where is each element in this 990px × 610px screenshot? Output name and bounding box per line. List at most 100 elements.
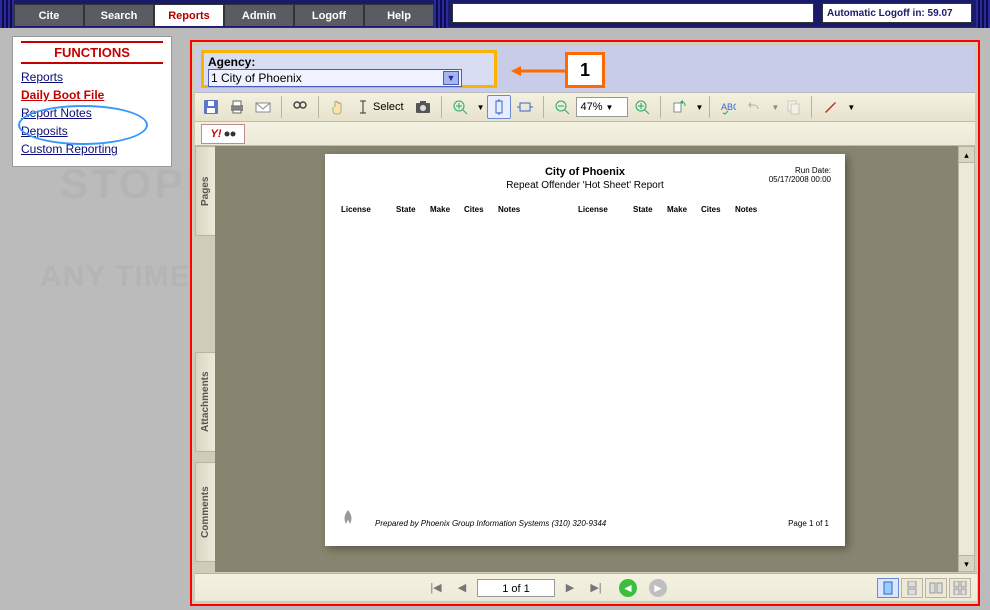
report-title: City of Phoenix: [341, 166, 829, 178]
chevron-down-icon: ▼: [606, 103, 614, 112]
func-link-custom-reporting[interactable]: Custom Reporting: [21, 140, 163, 158]
auto-logoff-label: Automatic Logoff in:: [827, 8, 925, 19]
chevron-down-icon[interactable]: ▼: [847, 103, 855, 112]
scroll-down-button[interactable]: ▾: [959, 555, 974, 571]
chevron-down-icon: ▼: [443, 71, 459, 85]
select-tool-button[interactable]: Select: [351, 95, 409, 119]
agency-dropdown-value: 1 City of Phoenix: [211, 71, 302, 85]
page-number-field[interactable]: 1 of 1: [477, 579, 555, 597]
save-button[interactable]: [199, 95, 223, 119]
func-link-deposits[interactable]: Deposits: [21, 122, 163, 140]
yahoo-label: Y!: [211, 128, 222, 140]
callout-one: 1: [565, 52, 605, 88]
nav-tab-cite[interactable]: Cite: [14, 4, 84, 26]
text-cursor-icon: [356, 99, 370, 115]
zoom-actual-button[interactable]: [630, 95, 654, 119]
yahoo-toolbar-button[interactable]: Y!: [201, 124, 245, 144]
select-tool-label: Select: [373, 101, 404, 113]
report-columns-left: License State Make Cites Notes License S…: [341, 205, 829, 214]
func-link-report-notes[interactable]: Report Notes: [21, 104, 163, 122]
col-cites: Cites: [701, 205, 735, 214]
report-viewer: Agency: 1 City of Phoenix ▼ 1 Select: [190, 40, 980, 606]
zoom-in-button[interactable]: [448, 95, 472, 119]
fit-page-button[interactable]: [487, 95, 511, 119]
report-subtitle: Repeat Offender 'Hot Sheet' Report: [341, 180, 829, 191]
pdf-toolbar: Select ▼ 47% ▼ ▼ ABC ▼ ▼: [195, 92, 975, 122]
prev-page-button[interactable]: ◀: [451, 578, 473, 598]
sidetab-pages[interactable]: Pages: [195, 146, 215, 236]
undo-button[interactable]: [742, 95, 766, 119]
snapshot-button[interactable]: [411, 95, 435, 119]
zoom-level-field[interactable]: 47% ▼: [576, 97, 628, 117]
single-page-view-button[interactable]: [877, 578, 899, 598]
run-date-label: Run Date:: [769, 166, 831, 175]
toolbar-separator: [811, 96, 812, 118]
auto-logoff-display: Automatic Logoff in: 59.07: [822, 3, 972, 23]
top-navbar: Cite Search Reports Admin Logoff Help Au…: [0, 0, 990, 28]
print-button[interactable]: [225, 95, 249, 119]
sidetab-attachments[interactable]: Attachments: [195, 352, 215, 452]
binoculars-icon: [224, 129, 236, 139]
fit-width-button[interactable]: [513, 95, 537, 119]
chevron-down-icon[interactable]: ▼: [696, 103, 704, 112]
nav-tabs: Cite Search Reports Admin Logoff Help: [14, 0, 434, 27]
auto-logoff-time: 59.07: [928, 8, 953, 19]
toolbar-separator: [441, 96, 442, 118]
report-canvas[interactable]: Run Date: 05/17/2008 00:00 City of Phoen…: [215, 146, 959, 572]
nav-tab-search[interactable]: Search: [84, 4, 154, 26]
agency-label: Agency:: [208, 55, 490, 69]
col-make: Make: [430, 205, 464, 214]
page-navigator: |◀ ◀ 1 of 1 ▶ ▶| ◄ ►: [425, 578, 667, 598]
col-notes: Notes: [498, 205, 558, 214]
continuous-facing-view-button[interactable]: [949, 578, 971, 598]
phoenix-logo-icon: [339, 508, 357, 532]
facing-view-button[interactable]: [925, 578, 947, 598]
col-state: State: [633, 205, 667, 214]
continuous-view-button[interactable]: [901, 578, 923, 598]
nav-tab-logoff[interactable]: Logoff: [294, 4, 364, 26]
nav-tab-help[interactable]: Help: [364, 4, 434, 26]
callout-arrow: [511, 66, 565, 76]
func-link-reports[interactable]: Reports: [21, 68, 163, 86]
vertical-scrollbar[interactable]: ▴ ▾: [958, 146, 975, 572]
nav-tab-admin[interactable]: Admin: [224, 4, 294, 26]
next-page-button[interactable]: ▶: [559, 578, 581, 598]
zoom-level-value: 47%: [581, 101, 603, 113]
run-date-block: Run Date: 05/17/2008 00:00: [769, 166, 831, 184]
nav-tab-reports[interactable]: Reports: [154, 4, 224, 26]
nav-back-button[interactable]: ◄: [619, 579, 637, 597]
footer-prepared-by: Prepared by Phoenix Group Information Sy…: [375, 519, 606, 528]
sub-toolbar: Y!: [195, 122, 975, 146]
footer-page-number: Page 1 of 1: [788, 519, 829, 528]
report-footer: Prepared by Phoenix Group Information Sy…: [375, 519, 829, 528]
zoom-out-button[interactable]: [550, 95, 574, 119]
chevron-down-icon[interactable]: ▼: [771, 103, 779, 112]
func-link-daily-boot-file[interactable]: Daily Boot File: [21, 86, 163, 104]
functions-heading: FUNCTIONS: [21, 41, 163, 64]
spellcheck-button[interactable]: ABC: [716, 95, 740, 119]
toolbar-separator: [543, 96, 544, 118]
nav-search-input[interactable]: [452, 3, 814, 23]
find-button[interactable]: [288, 95, 312, 119]
toolbar-separator: [660, 96, 661, 118]
agency-highlight-box: Agency: 1 City of Phoenix ▼: [201, 50, 497, 88]
sidetab-comments[interactable]: Comments: [195, 462, 215, 562]
viewer-status-bar: |◀ ◀ 1 of 1 ▶ ▶| ◄ ►: [195, 573, 977, 601]
col-notes: Notes: [735, 205, 795, 214]
col-make: Make: [667, 205, 701, 214]
svg-text:ABC: ABC: [721, 102, 736, 112]
toolbar-separator: [281, 96, 282, 118]
hand-tool-button[interactable]: [325, 95, 349, 119]
toolbar-separator: [318, 96, 319, 118]
scroll-up-button[interactable]: ▴: [959, 147, 974, 163]
sign-button[interactable]: [818, 95, 842, 119]
run-date-value: 05/17/2008 00:00: [769, 175, 831, 184]
email-button[interactable]: [251, 95, 275, 119]
last-page-button[interactable]: ▶|: [585, 578, 607, 598]
rotate-button[interactable]: [667, 95, 691, 119]
first-page-button[interactable]: |◀: [425, 578, 447, 598]
nav-forward-button[interactable]: ►: [649, 579, 667, 597]
agency-dropdown[interactable]: 1 City of Phoenix ▼: [208, 69, 462, 87]
copy-button[interactable]: [781, 95, 805, 119]
chevron-down-icon[interactable]: ▼: [477, 103, 485, 112]
